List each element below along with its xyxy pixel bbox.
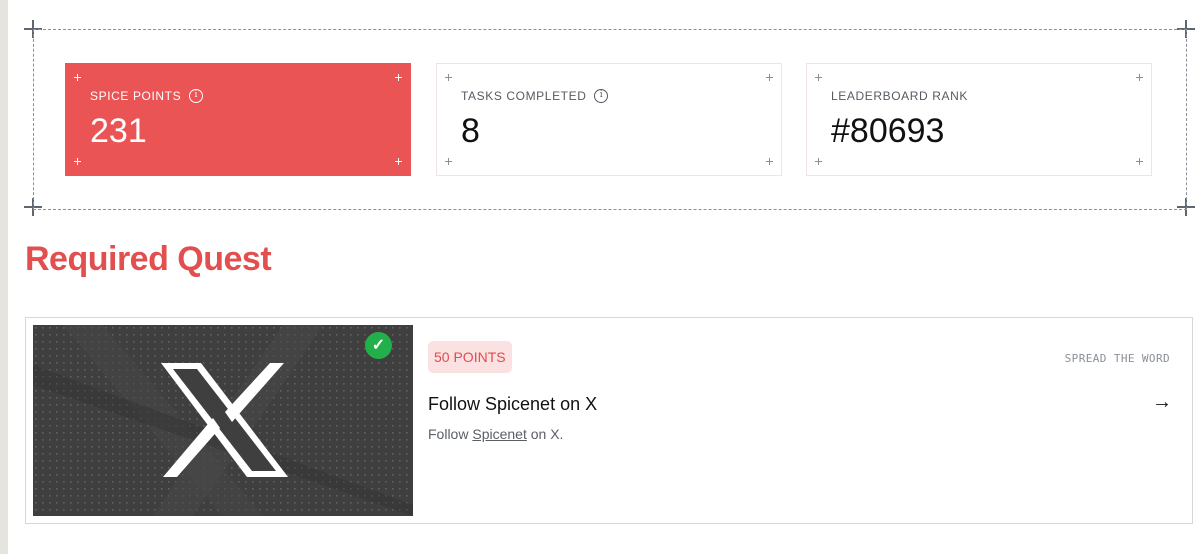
plus-icon xyxy=(445,158,452,165)
quest-desc-suffix: on X. xyxy=(530,426,564,442)
stat-label-wrap: SPICE POINTS i xyxy=(90,89,204,103)
spice-points-value: 231 xyxy=(90,112,147,150)
plus-icon xyxy=(395,74,402,81)
x-logo-icon xyxy=(33,325,413,516)
points-badge: 50 POINTS xyxy=(428,341,512,373)
plus-icon xyxy=(445,74,452,81)
plus-icon xyxy=(395,158,402,165)
quest-category: SPREAD THE WORD xyxy=(1064,352,1170,365)
leaderboard-rank-value: #80693 xyxy=(831,112,945,150)
spicenet-link[interactable]: Spicenet xyxy=(472,426,526,442)
plus-icon xyxy=(815,158,822,165)
stat-label-wrap: LEADERBOARD RANK xyxy=(831,89,968,103)
left-rail xyxy=(0,0,8,554)
arrow-right-icon[interactable]: → xyxy=(1152,391,1172,414)
tasks-completed-card: TASKS COMPLETED i 8 xyxy=(436,63,782,176)
check-icon: ✓ xyxy=(365,332,392,359)
section-title: Required Quest xyxy=(25,240,272,278)
plus-icon xyxy=(815,74,822,81)
plus-icon xyxy=(1136,158,1143,165)
quest-card[interactable]: ✓ 50 POINTS SPREAD THE WORD Follow Spice… xyxy=(25,317,1193,524)
tasks-completed-label: TASKS COMPLETED xyxy=(461,89,587,103)
tasks-completed-value: 8 xyxy=(461,112,480,150)
spice-points-label: SPICE POINTS xyxy=(90,89,182,103)
quest-desc-prefix: Follow xyxy=(428,426,469,442)
plus-icon xyxy=(74,74,81,81)
info-icon[interactable]: i xyxy=(594,89,609,103)
plus-icon xyxy=(766,158,773,165)
quest-image xyxy=(33,325,413,516)
info-icon[interactable]: i xyxy=(189,89,204,103)
plus-icon xyxy=(1136,74,1143,81)
leaderboard-rank-label: LEADERBOARD RANK xyxy=(831,89,968,103)
quest-title: Follow Spicenet on X xyxy=(428,394,598,414)
leaderboard-rank-card: LEADERBOARD RANK #80693 xyxy=(806,63,1152,176)
spice-points-card: SPICE POINTS i 231 xyxy=(65,63,411,176)
plus-icon xyxy=(74,158,81,165)
quest-description: Follow Spicenet on X. xyxy=(428,426,563,442)
stat-label-wrap: TASKS COMPLETED i xyxy=(461,89,609,103)
plus-icon xyxy=(766,74,773,81)
